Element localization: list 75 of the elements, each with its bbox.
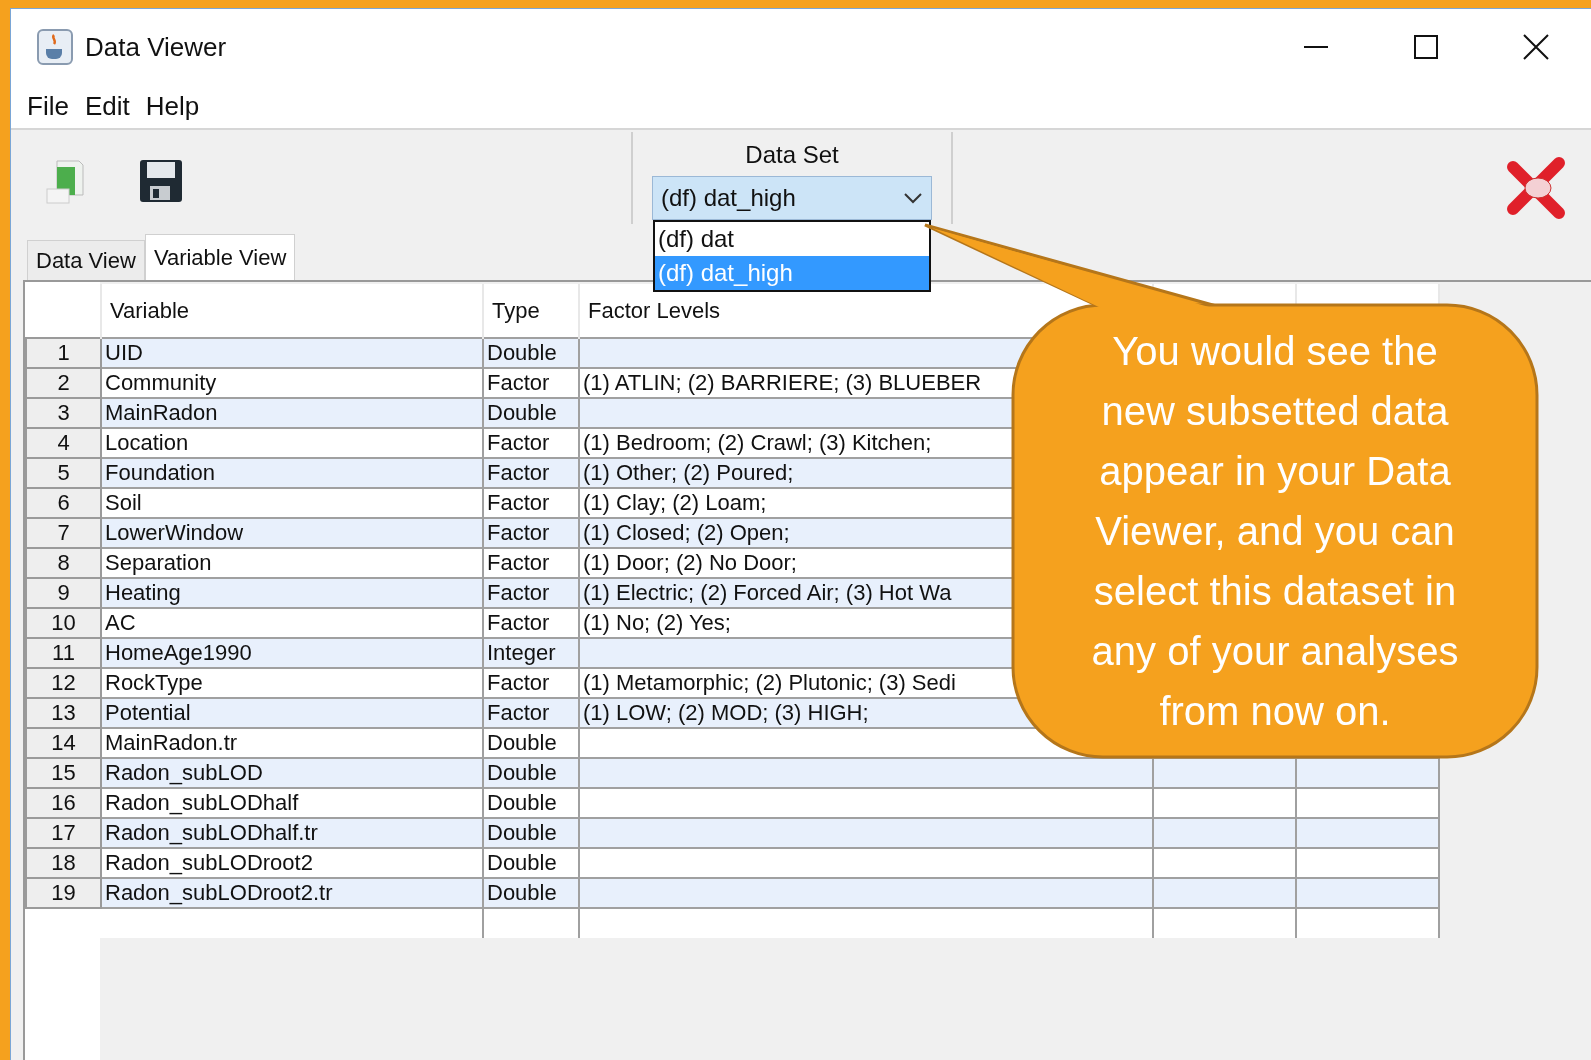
table-cell: Integer <box>483 638 579 668</box>
row-number: 5 <box>26 458 101 488</box>
tab[interactable]: Data View <box>27 240 145 280</box>
table-cell: Double <box>483 878 579 908</box>
table-cell: Location <box>101 428 483 458</box>
table-cell: Radon_subLOD <box>101 758 483 788</box>
table-cell: Double <box>483 338 579 368</box>
table-cell: Soil <box>101 488 483 518</box>
save-icon[interactable] <box>139 159 183 203</box>
maximize-icon <box>1414 35 1438 59</box>
table-cell: Double <box>483 758 579 788</box>
table-cell: LowerWindow <box>101 518 483 548</box>
minimize-icon <box>1304 46 1328 48</box>
close-icon <box>1523 34 1549 60</box>
row-number: 18 <box>26 848 101 878</box>
table-cell: MainRadon <box>101 398 483 428</box>
row-number: 7 <box>26 518 101 548</box>
row-number: 9 <box>26 578 101 608</box>
table-cell: Factor <box>483 368 579 398</box>
caret-icon <box>903 192 923 204</box>
column-header: Type <box>483 284 579 338</box>
row-number: 17 <box>26 818 101 848</box>
table-cell: Community <box>101 368 483 398</box>
table-cell: Radon_subLODroot2.tr <box>101 878 483 908</box>
dataset-label: Data Set <box>745 140 839 170</box>
dropdown-option[interactable]: (df) dat <box>655 222 929 256</box>
table-cell: Double <box>483 818 579 848</box>
table-cell: Factor <box>483 668 579 698</box>
window-title: Data Viewer <box>85 30 227 64</box>
table-cell: Separation <box>101 548 483 578</box>
row-number: 11 <box>26 638 101 668</box>
row-number: 13 <box>26 698 101 728</box>
column-header: Variable <box>101 284 483 338</box>
dataset-dropdown[interactable]: (df) dat_high <box>652 176 932 220</box>
table-cell: Factor <box>483 428 579 458</box>
table-cell: Double <box>483 848 579 878</box>
table-cell: Factor <box>483 698 579 728</box>
row-number: 16 <box>26 788 101 818</box>
row-number: 2 <box>26 368 101 398</box>
menu-item[interactable]: Edit <box>76 87 138 126</box>
table-cell: Factor <box>483 458 579 488</box>
app-icon <box>37 29 73 65</box>
table-cell: Factor <box>483 518 579 548</box>
table-cell: Factor <box>483 548 579 578</box>
row-number: 12 <box>26 668 101 698</box>
table-cell: UID <box>101 338 483 368</box>
row-number: 19 <box>26 878 101 908</box>
row-number: 10 <box>26 608 101 638</box>
table-cell: MainRadon.tr <box>101 728 483 758</box>
row-number: 8 <box>26 548 101 578</box>
menu-item[interactable]: Help <box>137 87 208 126</box>
table-cell: Double <box>483 728 579 758</box>
table-cell: Radon_subLODroot2 <box>101 848 483 878</box>
menu-item[interactable]: File <box>19 87 77 126</box>
table-cell: Heating <box>101 578 483 608</box>
table-cell: Factor <box>483 608 579 638</box>
row-number: 6 <box>26 488 101 518</box>
table-cell: Factor <box>483 488 579 518</box>
table-cell: Radon_subLODhalf.tr <box>101 818 483 848</box>
table-cell: Double <box>483 788 579 818</box>
row-number: 14 <box>26 728 101 758</box>
data-icon[interactable] <box>43 157 87 205</box>
table-cell: Radon_subLODhalf <box>101 788 483 818</box>
table-cell: HomeAge1990 <box>101 638 483 668</box>
row-number: 4 <box>26 428 101 458</box>
table-cell: RockType <box>101 668 483 698</box>
table-cell: Foundation <box>101 458 483 488</box>
row-number: 1 <box>26 338 101 368</box>
tab[interactable]: Variable View <box>144 234 296 280</box>
table-cell: Potential <box>101 698 483 728</box>
table-cell: Factor <box>483 578 579 608</box>
table-cell: Double <box>483 398 579 428</box>
row-number: 3 <box>26 398 101 428</box>
row-number: 15 <box>26 758 101 788</box>
table-cell: AC <box>101 608 483 638</box>
